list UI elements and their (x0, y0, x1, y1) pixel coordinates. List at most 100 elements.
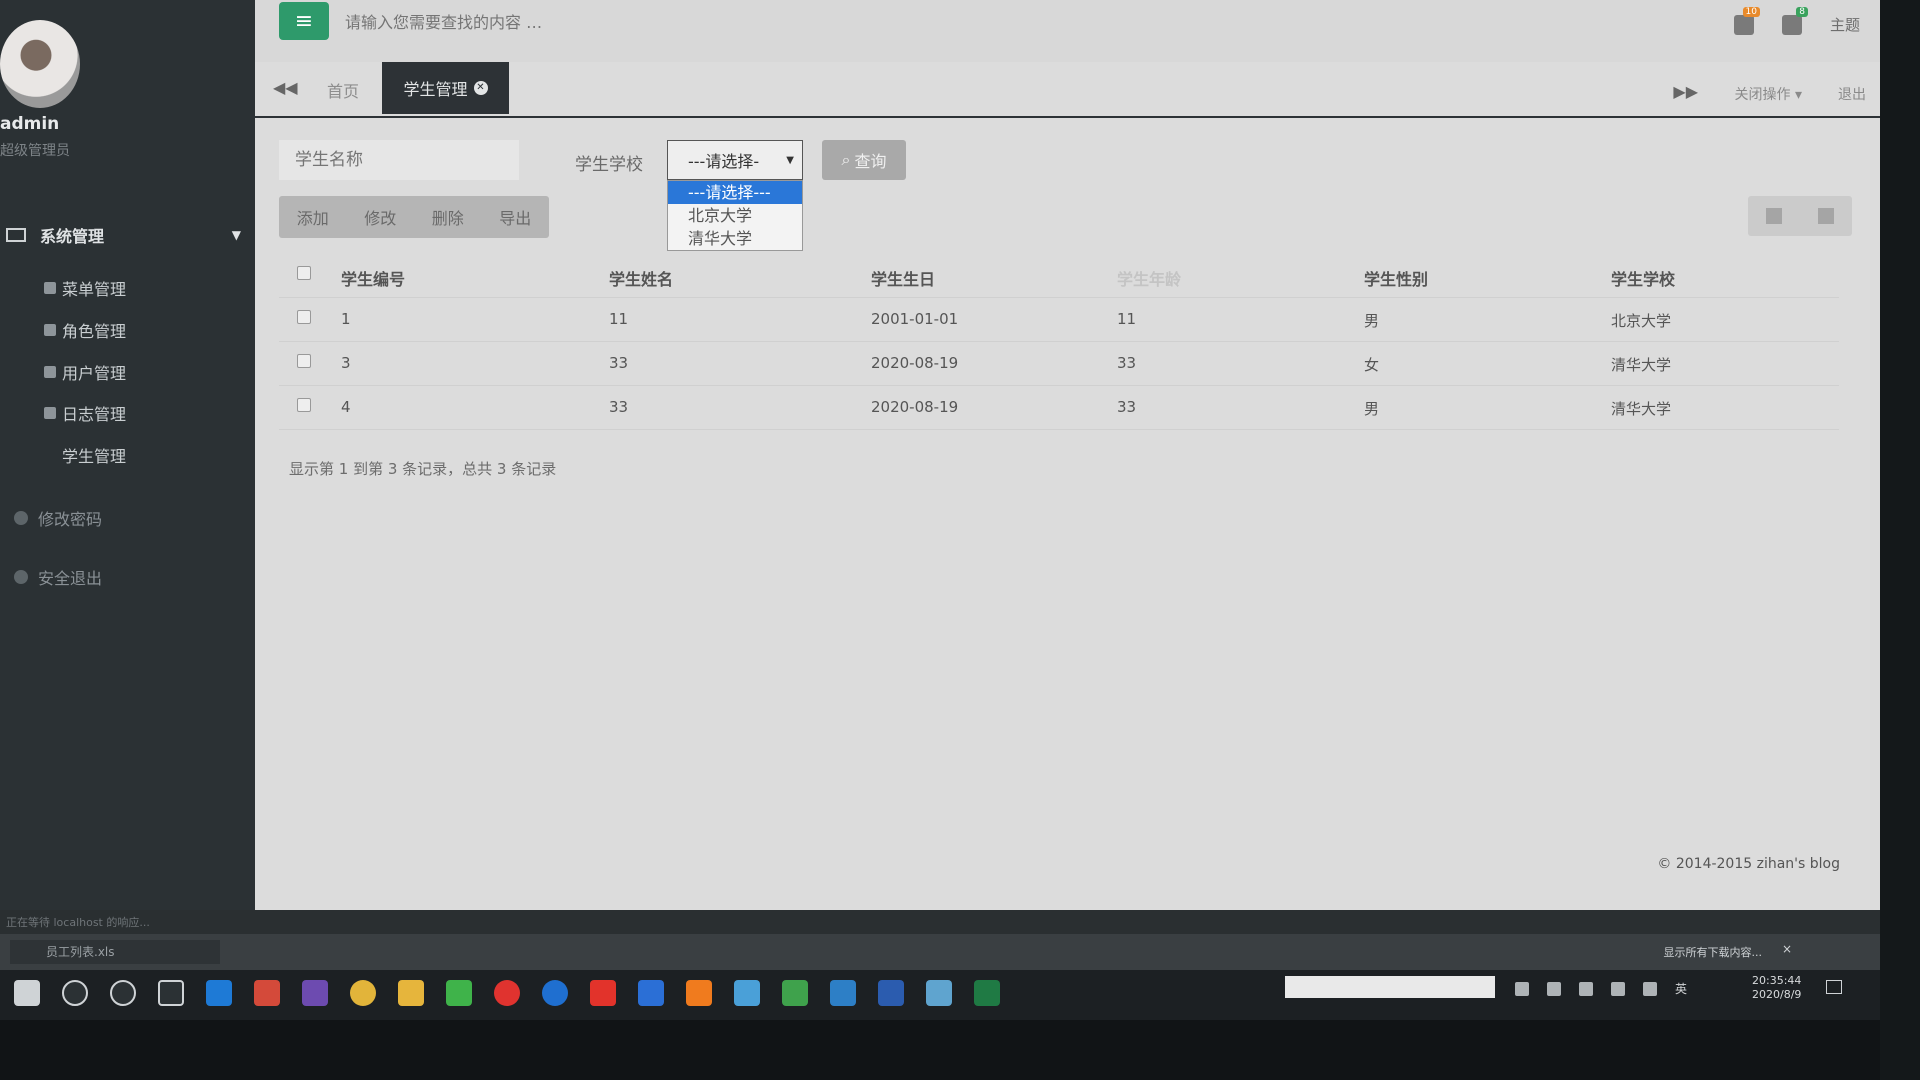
sidebar: admin 超级管理员 系统管理 ▼ 菜单管理 角色管理 用户管理 日志管理 学… (0, 0, 285, 910)
student-name-input[interactable] (279, 140, 519, 180)
search-input[interactable] (345, 8, 725, 36)
top-navbar: ≡ 10 8 主题 (255, 0, 1880, 62)
table-row[interactable]: 4 33 2020-08-19 33 男 清华大学 (279, 386, 1839, 430)
mail-icon[interactable]: 10 (1733, 6, 1760, 35)
nav-group-label: 系统管理 (40, 227, 105, 246)
excel-icon[interactable] (974, 980, 1000, 1006)
photos-icon[interactable] (782, 980, 808, 1006)
wechat-icon[interactable] (446, 980, 472, 1006)
tab-prev-icon[interactable]: ◀◀ (273, 78, 298, 97)
window-app-icon[interactable] (830, 980, 856, 1006)
bell-icon[interactable]: 8 (1781, 6, 1808, 35)
students-table: 学生编号 学生姓名 学生生日 学生年龄 学生性别 学生学校 1 11 2001-… (279, 254, 1839, 430)
nav-group-system[interactable]: 系统管理 ▼ (0, 222, 285, 248)
monitor-bezel (0, 1020, 1920, 1080)
netease-music-icon[interactable] (494, 980, 520, 1006)
keyboard-icon[interactable] (1643, 981, 1657, 996)
add-button[interactable]: 添加 (297, 205, 329, 229)
folder-icon[interactable] (398, 980, 424, 1006)
word-icon[interactable] (878, 980, 904, 1006)
sidebar-logout[interactable]: 安全退出 (14, 565, 102, 589)
search-icon: ⌕ (841, 150, 851, 169)
computer-icon[interactable] (734, 980, 760, 1006)
sidebar-item-label: 菜单管理 (62, 280, 127, 299)
option-placeholder[interactable]: ---请选择--- (668, 181, 802, 204)
row-checkbox[interactable] (297, 354, 311, 368)
delete-button[interactable]: 删除 (432, 205, 464, 229)
cell-age: 33 (1117, 354, 1137, 372)
header-birthday[interactable]: 学生生日 (871, 266, 935, 290)
cortana-icon[interactable] (110, 980, 136, 1006)
chevron-up-icon[interactable] (1547, 981, 1561, 996)
sidebar-item-label: 用户管理 (62, 364, 127, 383)
sidebar-item-students[interactable]: 学生管理 (62, 443, 126, 467)
row-checkbox[interactable] (297, 398, 311, 412)
skype-icon[interactable] (542, 980, 568, 1006)
table-row[interactable]: 3 33 2020-08-19 33 女 清华大学 (279, 342, 1839, 386)
columns-icon[interactable] (1818, 208, 1834, 224)
user-role-dropdown[interactable]: 超级管理员 (0, 140, 70, 160)
key-icon (14, 511, 28, 525)
store-icon[interactable] (638, 980, 664, 1006)
app-red-icon[interactable] (590, 980, 616, 1006)
sidebar-item-users[interactable]: 用户管理 (44, 360, 126, 384)
tab-next-icon[interactable]: ▶▶ (1673, 82, 1698, 101)
grid-icon[interactable] (1766, 208, 1782, 224)
search-icon[interactable] (62, 980, 88, 1006)
table-row[interactable]: 1 11 2001-01-01 11 男 北京大学 (279, 298, 1839, 342)
close-download-bar-button[interactable]: × (1782, 942, 1792, 956)
task-view-icon[interactable] (158, 980, 184, 1006)
option-tsinghua[interactable]: 清华大学 (668, 227, 802, 250)
sidebar-item-label: 角色管理 (62, 322, 127, 341)
close-icon[interactable]: ✕ (473, 81, 488, 95)
sidebar-item-roles[interactable]: 角色管理 (44, 318, 126, 342)
avatar[interactable] (0, 20, 80, 108)
edge-icon[interactable] (206, 980, 232, 1006)
header-gender[interactable]: 学生性别 (1364, 266, 1428, 290)
editor-icon[interactable] (926, 980, 952, 1006)
header-age[interactable]: 学生年龄 (1117, 266, 1181, 290)
school-select[interactable]: ---请选择- ▼ (667, 140, 803, 180)
option-peking[interactable]: 北京大学 (668, 204, 802, 227)
cell-birthday: 2020-08-19 (871, 354, 959, 372)
sidebar-change-password[interactable]: 修改密码 (14, 506, 102, 530)
menu-toggle-button[interactable]: ≡ (279, 2, 329, 40)
cell-id: 1 (341, 310, 351, 328)
query-button[interactable]: ⌕ 查询 (822, 140, 906, 180)
cell-school: 北京大学 (1611, 312, 1672, 330)
exit-button[interactable]: 退出 (1838, 84, 1866, 104)
tab-students[interactable]: 学生管理 ✕ (382, 62, 509, 114)
close-operations-dropdown[interactable]: 关闭操作 ▾ (1735, 84, 1802, 104)
language-indicator[interactable]: 英 (1675, 980, 1687, 997)
sidebar-item-logs[interactable]: 日志管理 (44, 401, 126, 425)
taskbar-search-field[interactable] (1285, 976, 1495, 998)
windows-start-icon[interactable] (14, 980, 40, 1006)
notes-icon[interactable] (686, 980, 712, 1006)
volume-icon[interactable] (1611, 981, 1625, 996)
select-all-checkbox[interactable] (297, 266, 311, 280)
bell-badge: 8 (1796, 6, 1808, 17)
cell-birthday: 2020-08-19 (871, 398, 959, 416)
header-school[interactable]: 学生学校 (1611, 266, 1675, 290)
chrome-icon[interactable] (350, 980, 376, 1006)
network-icon[interactable] (1579, 981, 1593, 996)
tab-home[interactable]: 首页 (327, 78, 359, 102)
clock[interactable]: 20:35:44 2020/8/9 (1752, 974, 1801, 1002)
show-all-downloads-link[interactable]: 显示所有下载内容... (1664, 944, 1763, 960)
toolbar: 添加 修改 删除 导出 (279, 196, 549, 238)
theme-button[interactable]: 主题 (1830, 14, 1860, 35)
header-id[interactable]: 学生编号 (341, 266, 405, 290)
people-icon[interactable] (1515, 981, 1529, 996)
eclipse-icon[interactable] (302, 980, 328, 1006)
edit-button[interactable]: 修改 (364, 205, 396, 229)
cell-gender: 女 (1364, 356, 1380, 374)
row-checkbox[interactable] (297, 310, 311, 324)
app-icon[interactable] (254, 980, 280, 1006)
download-item[interactable]: 员工列表.xls (10, 940, 220, 964)
notification-icon[interactable] (1826, 980, 1842, 994)
sidebar-item-menu[interactable]: 菜单管理 (44, 276, 126, 300)
query-label: 查询 (854, 152, 887, 171)
cell-name: 11 (609, 310, 629, 328)
header-name[interactable]: 学生姓名 (609, 266, 673, 290)
export-button[interactable]: 导出 (499, 205, 531, 229)
